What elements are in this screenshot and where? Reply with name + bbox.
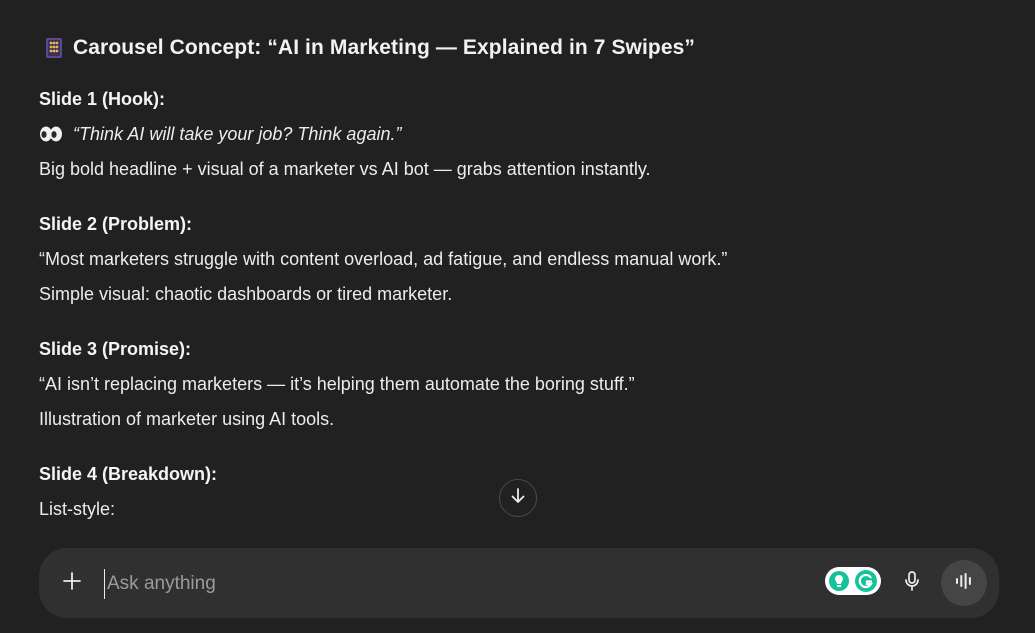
slide-3-quote: “AI isn’t replacing marketers — it’s hel… xyxy=(39,374,635,394)
add-attachment-button[interactable] xyxy=(59,570,85,596)
slide-1-body: Big bold headline + visual of a marketer… xyxy=(39,159,651,179)
grammarly-extension-button[interactable] xyxy=(825,566,881,601)
slide-2-body: Simple visual: chaotic dashboards or tir… xyxy=(39,284,453,304)
slide-1-quote: “Think AI will take your job? Think agai… xyxy=(73,124,402,144)
prompt-input[interactable] xyxy=(104,569,709,599)
message-title: Carousel Concept: “AI in Marketing — Exp… xyxy=(73,36,696,59)
slide-2-quote: “Most marketers struggle with content ov… xyxy=(39,249,728,269)
message-title-row: Carousel Concept: “AI in Marketing — Exp… xyxy=(45,36,695,60)
slide-3-body: Illustration of marketer using AI tools. xyxy=(39,409,335,429)
slide-1-quote-row: “Think AI will take your job? Think agai… xyxy=(39,122,401,146)
eyes-icon xyxy=(39,124,63,142)
abacus-icon xyxy=(45,37,63,59)
grammarly-icon xyxy=(825,566,881,601)
plus-icon xyxy=(62,571,82,596)
composer xyxy=(39,548,999,618)
slide-1-heading: Slide 1 (Hook): xyxy=(39,89,166,109)
dictate-button[interactable] xyxy=(899,570,925,596)
arrow-down-icon xyxy=(509,487,527,510)
microphone-icon xyxy=(903,570,921,597)
slide-3-heading: Slide 3 (Promise): xyxy=(39,339,192,359)
slide-2-heading: Slide 2 (Problem): xyxy=(39,214,193,234)
voice-mode-button[interactable] xyxy=(941,560,987,606)
slide-4-heading: Slide 4 (Breakdown): xyxy=(39,464,218,484)
slide-4-body: List-style: xyxy=(39,499,116,519)
voice-waveform-icon xyxy=(954,572,974,595)
scroll-to-bottom-button[interactable] xyxy=(499,479,537,517)
